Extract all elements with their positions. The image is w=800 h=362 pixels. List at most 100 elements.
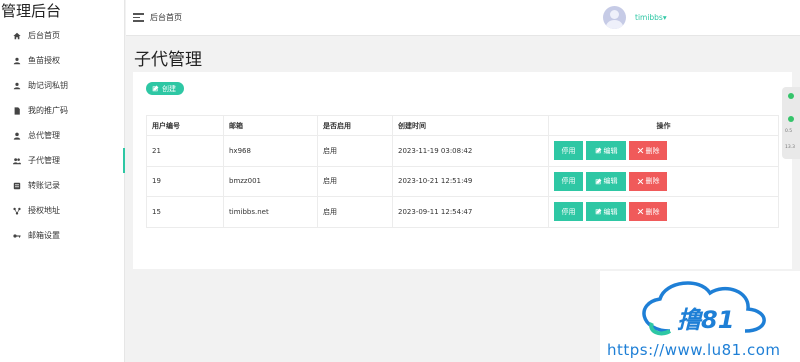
sidebar-item-mnemonic[interactable]: 助记词私钥	[0, 73, 124, 98]
delete-button-label: 删除	[645, 207, 660, 216]
edit-button-label: 编辑	[603, 146, 618, 155]
sidebar-item-label: 邮箱设置	[28, 231, 60, 240]
create-button[interactable]: 创建	[146, 82, 184, 95]
user-menu[interactable]: timibbs▾	[635, 13, 667, 22]
floating-monitor-widget[interactable]: 0.5 13.3	[782, 87, 800, 159]
watermark: 撸81 https://www.lu81.com	[600, 271, 800, 362]
disable-button-label: 停用	[561, 177, 576, 186]
edit-icon	[595, 147, 601, 154]
cell-email: timibbs.net	[223, 196, 318, 228]
edit-button[interactable]: 编辑	[586, 202, 626, 222]
key-icon	[12, 231, 21, 240]
cell-actions: 停用 编辑 删除	[548, 165, 779, 197]
home-icon	[12, 31, 21, 40]
sidebar-item-home[interactable]: 后台首页	[0, 23, 124, 48]
cell-user-id: 19	[146, 165, 224, 197]
top-header: 后台首页	[126, 0, 800, 36]
cell-enabled: 启用	[317, 135, 393, 167]
username-label: timibbs	[635, 13, 663, 22]
sub-agent-table: 用户编号 邮箱 是否启用 创建时间 操作 21 hx968 启用 2023-11…	[146, 115, 779, 228]
column-header-actions: 操作	[548, 115, 779, 136]
cell-actions: 停用 编辑 删除	[548, 196, 779, 228]
edit-icon	[152, 85, 159, 92]
delete-button[interactable]: 删除	[629, 141, 667, 161]
cell-enabled: 启用	[317, 165, 393, 197]
disable-button[interactable]: 停用	[554, 141, 583, 161]
sidebar-item-sub-agent[interactable]: 子代管理	[0, 148, 125, 173]
column-header-user-id: 用户编号	[146, 115, 224, 136]
sidebar-item-label: 转账记录	[28, 181, 60, 190]
sidebar-item-label: 我的推广码	[28, 106, 68, 115]
sidebar-item-label: 助记词私钥	[28, 81, 68, 90]
sidebar-item-general-agent[interactable]: 总代管理	[0, 123, 124, 148]
disable-button[interactable]: 停用	[554, 171, 583, 191]
delete-button-label: 删除	[645, 146, 660, 155]
hamburger-icon[interactable]	[133, 13, 144, 22]
sidebar-item-label: 鱼苗授权	[28, 56, 60, 65]
avatar[interactable]	[603, 6, 626, 29]
watermark-logo-text: 撸81	[677, 306, 734, 334]
close-icon	[637, 178, 643, 185]
cell-created: 2023-11-19 03:08:42	[392, 135, 549, 167]
widget-value: 0.5	[785, 129, 793, 134]
status-dot	[788, 93, 794, 99]
disable-button[interactable]: 停用	[554, 202, 583, 222]
sidebar-item-fish-auth[interactable]: 鱼苗授权	[0, 48, 124, 73]
share-icon	[12, 206, 21, 215]
table-row: 19 bmzz001 启用 2023-10-21 12:51:49 停用 编辑 …	[146, 165, 779, 197]
list-icon	[12, 181, 21, 190]
column-header-enabled: 是否启用	[317, 115, 393, 136]
edit-icon	[595, 178, 601, 185]
delete-button-label: 删除	[645, 177, 660, 186]
table-header-row: 用户编号 邮箱 是否启用 创建时间 操作	[146, 115, 779, 136]
edit-button[interactable]: 编辑	[586, 171, 626, 191]
cell-created: 2023-10-21 12:51:49	[392, 165, 549, 197]
sidebar-item-label: 后台首页	[28, 31, 60, 40]
cell-created: 2023-09-11 12:54:47	[392, 196, 549, 228]
sidebar-item-label: 子代管理	[28, 156, 60, 165]
delete-button[interactable]: 删除	[629, 171, 667, 191]
brand-title: 管理后台	[1, 2, 62, 20]
watermark-logo: 撸81	[642, 281, 766, 336]
table-row: 15 timibbs.net 启用 2023-09-11 12:54:47 停用…	[146, 196, 779, 228]
watermark-url: https://www.lu81.com	[607, 341, 781, 359]
cell-actions: 停用 编辑 删除	[548, 135, 779, 167]
cell-user-id: 21	[146, 135, 224, 167]
document-icon	[12, 106, 21, 115]
sidebar-item-promo-code[interactable]: 我的推广码	[0, 98, 124, 123]
delete-button[interactable]: 删除	[629, 202, 667, 222]
key-icon	[12, 81, 21, 90]
cell-email: hx968	[223, 135, 318, 167]
caret-down-icon: ▾	[662, 13, 667, 22]
breadcrumb[interactable]: 后台首页	[150, 12, 182, 23]
page-title: 子代管理	[134, 50, 202, 70]
edit-button[interactable]: 编辑	[586, 141, 626, 161]
edit-icon	[595, 208, 601, 215]
sidebar-item-label: 总代管理	[28, 131, 60, 140]
users-icon	[12, 156, 21, 165]
sidebar-item-email-settings[interactable]: 邮箱设置	[0, 223, 124, 248]
sidebar-item-transfers[interactable]: 转账记录	[0, 173, 124, 198]
sidebar-menu: 后台首页 鱼苗授权 助记词私钥 我的推广码 总代管理 子代管理 转账记录 授权地…	[0, 23, 125, 248]
create-button-label: 创建	[162, 84, 176, 93]
close-icon	[637, 208, 643, 215]
disable-button-label: 停用	[561, 146, 576, 155]
fish-icon	[12, 56, 21, 65]
widget-value: 13.3	[785, 145, 796, 150]
table-row: 21 hx968 启用 2023-11-19 03:08:42 停用 编辑 删除	[146, 135, 779, 167]
edit-button-label: 编辑	[603, 207, 618, 216]
cell-email: bmzz001	[223, 165, 318, 197]
content-card: 创建 用户编号 邮箱 是否启用 创建时间 操作 21 hx968 启用 2023…	[133, 72, 792, 269]
column-header-email: 邮箱	[223, 115, 318, 136]
column-header-created: 创建时间	[392, 115, 549, 136]
close-icon	[637, 147, 643, 154]
user-icon	[12, 131, 21, 140]
cell-enabled: 启用	[317, 196, 393, 228]
cell-user-id: 15	[146, 196, 224, 228]
sidebar: 管理后台 后台首页 鱼苗授权 助记词私钥 我的推广码 总代管理 子代管理 转账记…	[0, 0, 125, 362]
sidebar-item-auth-address[interactable]: 授权地址	[0, 198, 124, 223]
disable-button-label: 停用	[561, 207, 576, 216]
status-dot	[788, 116, 794, 122]
sidebar-item-label: 授权地址	[28, 206, 60, 215]
edit-button-label: 编辑	[603, 177, 618, 186]
